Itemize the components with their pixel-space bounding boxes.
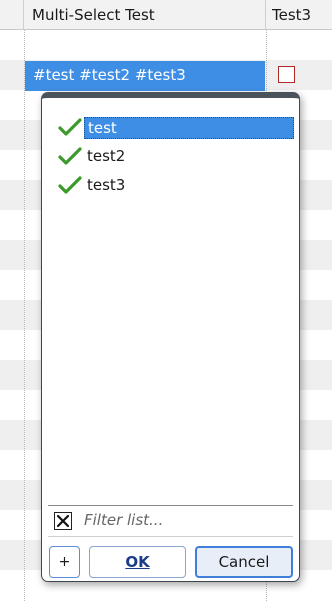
- ok-button-label: OK: [125, 553, 150, 571]
- options-list[interactable]: test test2 test3: [48, 106, 294, 506]
- x-icon[interactable]: [54, 512, 72, 530]
- column-header-row-index[interactable]: [0, 0, 24, 30]
- list-item[interactable]: test3: [54, 172, 292, 198]
- test3-checkbox[interactable]: [278, 66, 295, 83]
- filter-input[interactable]: Filter list...: [84, 511, 163, 529]
- add-item-button[interactable]: +: [49, 546, 80, 578]
- filter-bar: Filter list...: [50, 508, 295, 536]
- ok-button[interactable]: OK: [89, 546, 186, 578]
- list-item[interactable]: test2: [54, 143, 292, 169]
- column-header-label: Multi-Select Test: [32, 6, 155, 24]
- checkmark-icon[interactable]: [58, 146, 82, 166]
- list-item[interactable]: test: [54, 114, 294, 140]
- list-item-label: test3: [87, 176, 126, 194]
- column-header-test3[interactable]: Test3: [266, 0, 332, 30]
- divider: [48, 536, 293, 537]
- cancel-button[interactable]: Cancel: [195, 546, 293, 578]
- checkmark-icon[interactable]: [58, 175, 82, 195]
- multi-select-popup: test test2 test3 Filter list... + OK Can…: [41, 92, 300, 582]
- checkmark-icon[interactable]: [58, 117, 82, 137]
- multi-select-cell-value: #test #test2 #test3: [33, 66, 186, 84]
- list-item-label: test2: [87, 147, 126, 165]
- column-divider: [24, 30, 25, 601]
- column-header-label: Test3: [272, 6, 312, 24]
- list-item-label: test: [84, 117, 294, 139]
- table-row[interactable]: [0, 30, 332, 60]
- multi-select-cell[interactable]: #test #test2 #test3: [25, 61, 265, 91]
- column-header-multi-select-test[interactable]: Multi-Select Test: [24, 0, 266, 30]
